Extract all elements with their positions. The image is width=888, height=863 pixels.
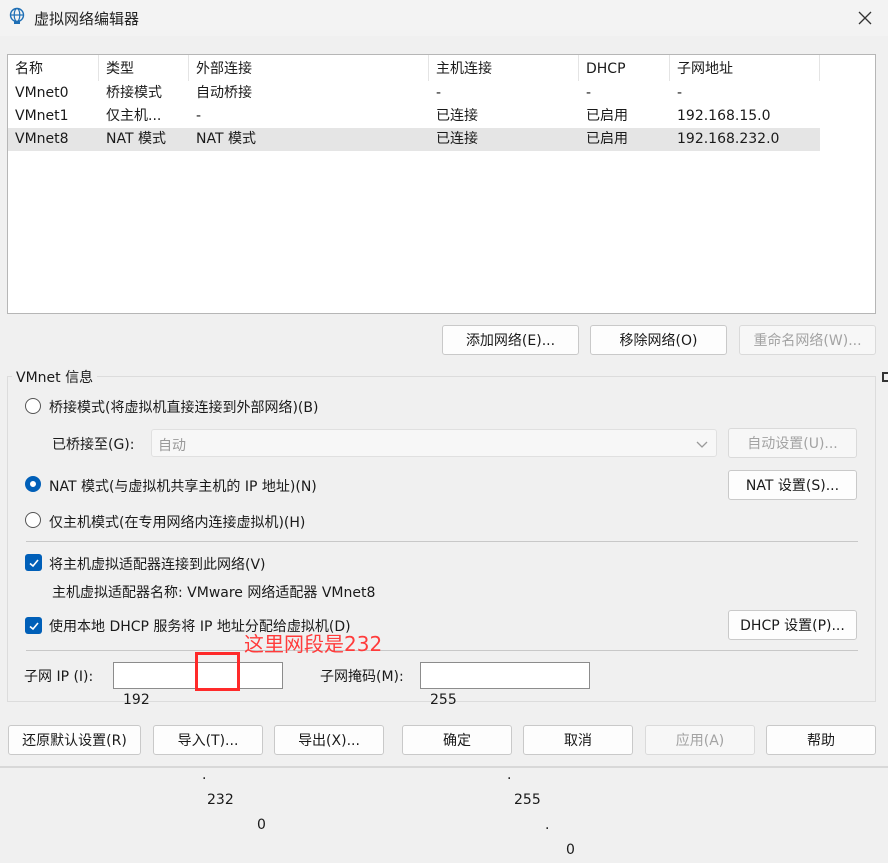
column-header-host[interactable]: 主机连接: [429, 55, 579, 81]
column-header-subnet[interactable]: 子网地址: [670, 55, 820, 81]
bridged-to-select[interactable]: 自动: [151, 429, 717, 457]
auto-settings-button[interactable]: 自动设置(U)...: [728, 428, 857, 458]
subnet-ip-label: 子网 IP (I):: [24, 669, 94, 685]
cell-name: VMnet8: [15, 131, 69, 147]
cell-name: VMnet0: [15, 85, 69, 101]
nat-settings-button[interactable]: NAT 设置(S)...: [728, 470, 857, 500]
dot: .: [545, 817, 550, 833]
help-button[interactable]: 帮助: [766, 725, 876, 755]
rename-network-button[interactable]: 重命名网络(W)...: [739, 325, 876, 355]
chevron-down-icon: [696, 438, 708, 454]
cell-subnet: 192.168.15.0: [677, 108, 771, 124]
annotation-highlight-box: [195, 652, 240, 691]
network-globe-icon: [8, 7, 26, 25]
dhcp-checkbox[interactable]: [25, 617, 42, 634]
adapter-name-text: 主机虚拟适配器名称: VMware 网络适配器 VMnet8: [52, 585, 376, 601]
checkmark-icon: [28, 621, 39, 630]
cell-dhcp: 已启用: [586, 131, 628, 147]
subnet-mask-octet-4: 0: [566, 842, 575, 858]
cell-type: 仅主机...: [106, 108, 162, 124]
table-row-selected[interactable]: VMnet8 NAT 模式 NAT 模式 已连接 已启用 192.168.232…: [8, 128, 820, 151]
group-title: VMnet 信息: [12, 367, 98, 387]
subnet-ip-octet-3: 232: [207, 792, 234, 808]
cell-subnet: 192.168.232.0: [677, 131, 780, 147]
annotation-text: 这里网段是232: [244, 632, 383, 656]
subnet-ip-octet-1: 192: [123, 692, 150, 708]
bridged-radio[interactable]: [25, 398, 41, 414]
connect-adapter-checkbox[interactable]: [25, 554, 42, 571]
cancel-button[interactable]: 取消: [523, 725, 633, 755]
subnet-mask-input[interactable]: 255 . 255 . 255 . 0: [420, 662, 590, 858]
nat-label[interactable]: NAT 模式(与虚拟机共享主机的 IP 地址)(N): [49, 476, 317, 496]
cell-dhcp: 已启用: [586, 108, 628, 124]
table-row[interactable]: VMnet0 桥接模式 自动桥接 - - -: [8, 82, 820, 105]
remove-network-button[interactable]: 移除网络(O): [590, 325, 727, 355]
export-button[interactable]: 导出(X)...: [274, 725, 384, 755]
column-header-type[interactable]: 类型: [99, 55, 189, 81]
subnet-mask-octet-3: 255: [514, 792, 541, 808]
cell-host: -: [436, 85, 442, 101]
column-header-name[interactable]: 名称: [8, 55, 99, 81]
add-network-button[interactable]: 添加网络(E)...: [442, 325, 579, 355]
window-title: 虚拟网络编辑器: [34, 10, 140, 28]
table-row[interactable]: VMnet1 仅主机... - 已连接 已启用 192.168.15.0: [8, 105, 820, 128]
subnet-ip-octet-4: 0: [257, 817, 266, 833]
separator: [26, 541, 858, 542]
bridged-to-label: 已桥接至(G):: [52, 437, 135, 453]
cell-subnet: -: [677, 85, 683, 101]
subnet-mask-octet-1: 255: [430, 692, 457, 708]
restore-defaults-button[interactable]: 还原默认设置(R): [8, 725, 141, 755]
cell-external: NAT 模式: [196, 131, 256, 147]
column-header-external[interactable]: 外部连接: [189, 55, 429, 81]
cell-name: VMnet1: [15, 108, 69, 124]
cell-external: 自动桥接: [196, 85, 252, 101]
dhcp-settings-button[interactable]: DHCP 设置(P)...: [728, 610, 857, 640]
cell-host: 已连接: [436, 131, 478, 147]
nat-radio[interactable]: [25, 476, 41, 492]
connect-adapter-label[interactable]: 将主机虚拟适配器连接到此网络(V): [49, 554, 266, 574]
column-header-dhcp[interactable]: DHCP: [579, 55, 670, 81]
import-button[interactable]: 导入(T)...: [153, 725, 263, 755]
host-only-radio[interactable]: [25, 512, 41, 528]
cell-external: -: [196, 108, 202, 124]
separator: [26, 650, 858, 651]
cell-dhcp: -: [586, 85, 592, 101]
close-icon[interactable]: [850, 4, 880, 32]
network-list[interactable]: 名称 类型 外部连接 主机连接 DHCP 子网地址 VMnet0 桥接模式 自动…: [7, 54, 876, 314]
subnet-mask-label: 子网掩码(M):: [320, 669, 404, 685]
bridged-label[interactable]: 桥接模式(将虚拟机直接连接到外部网络)(B): [49, 397, 318, 417]
host-only-label[interactable]: 仅主机模式(在专用网络内连接虚拟机)(H): [49, 512, 305, 532]
bridged-to-value: 自动: [158, 438, 186, 454]
resize-edge-marker: [882, 372, 888, 382]
checkmark-icon: [28, 558, 39, 567]
ok-button[interactable]: 确定: [402, 725, 512, 755]
cell-type: NAT 模式: [106, 131, 166, 147]
vmnet-info-group: [7, 376, 876, 702]
apply-button[interactable]: 应用(A): [645, 725, 755, 755]
cell-host: 已连接: [436, 108, 478, 124]
cell-type: 桥接模式: [106, 85, 162, 101]
